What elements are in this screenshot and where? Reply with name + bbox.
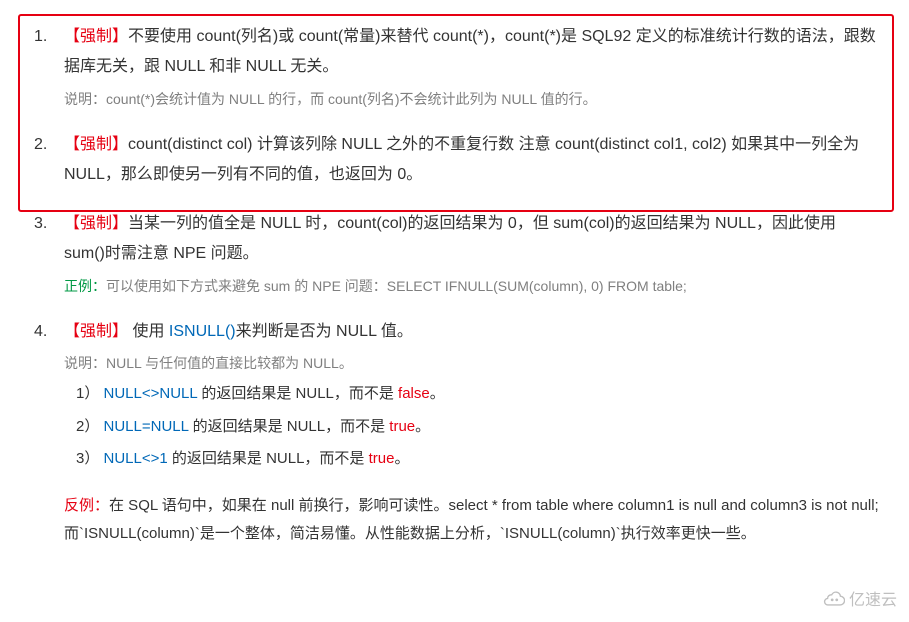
rule-item-1: 【强制】不要使用 count(列名)或 count(常量)来替代 count(*…	[28, 22, 881, 112]
good-example: 正例：可以使用如下方式来避免 sum 的 NPE 问题：SELECT IFNUL…	[64, 274, 881, 299]
rule-list: 【强制】不要使用 count(列名)或 count(常量)来替代 count(*…	[28, 22, 881, 474]
rule-note: 说明：NULL 与任何值的直接比较都为 NULL。	[64, 351, 881, 376]
tag-mandatory: 【强制】	[64, 28, 128, 45]
tag-mandatory: 【强制】	[64, 136, 128, 153]
tag-mandatory: 【强制】	[64, 215, 128, 232]
rule-body: 当某一列的值全是 NULL 时，count(col)的返回结果为 0，但 sum…	[64, 215, 836, 262]
sub-mid: 的返回结果是 NULL，而不是	[188, 418, 389, 435]
good-label: 正例：	[64, 278, 106, 294]
watermark: 亿速云	[823, 586, 897, 610]
body-pre: 使用	[128, 323, 169, 340]
rule-body: 不要使用 count(列名)或 count(常量)来替代 count(*)，co…	[64, 28, 876, 75]
watermark-text: 亿速云	[849, 586, 897, 610]
sub-mid: 的返回结果是 NULL，而不是	[168, 450, 369, 467]
bad-example: 反例：在 SQL 语句中，如果在 null 前换行，影响可读性。select *…	[28, 492, 881, 549]
tag-mandatory: 【强制】	[64, 323, 128, 340]
sub-index: 1）	[76, 385, 99, 402]
note-label: 说明：	[64, 91, 106, 107]
rule-item-4: 【强制】 使用 ISNULL()来判断是否为 NULL 值。 说明：NULL 与…	[28, 317, 881, 474]
rule-body: count(distinct col) 计算该列除 NULL 之外的不重复行数 …	[64, 136, 859, 183]
sub-item-3: 3） NULL<>1 的返回结果是 NULL，而不是 true。	[64, 445, 881, 474]
sub-keyword: false	[398, 385, 430, 402]
note-text: NULL 与任何值的直接比较都为 NULL。	[106, 355, 353, 371]
sub-index: 3）	[76, 450, 99, 467]
sub-code: NULL<>1	[104, 450, 168, 467]
sub-suffix: 。	[430, 385, 445, 402]
note-text: count(*)会统计值为 NULL 的行，而 count(列名)不会统计此列为…	[106, 91, 597, 107]
note-label: 说明：	[64, 355, 106, 371]
body-post: 来判断是否为 NULL 值。	[236, 323, 413, 340]
rule-item-3: 【强制】当某一列的值全是 NULL 时，count(col)的返回结果为 0，但…	[28, 209, 881, 299]
sub-mid: 的返回结果是 NULL，而不是	[197, 385, 398, 402]
sub-item-2: 2） NULL=NULL 的返回结果是 NULL，而不是 true。	[64, 413, 881, 442]
bad-text: 在 SQL 语句中，如果在 null 前换行，影响可读性。select * fr…	[64, 497, 879, 543]
sub-suffix: 。	[415, 418, 430, 435]
sub-suffix: 。	[394, 450, 409, 467]
rule-note: 说明：count(*)会统计值为 NULL 的行，而 count(列名)不会统计…	[64, 87, 881, 112]
bad-label: 反例：	[64, 497, 109, 514]
sub-keyword: true	[389, 418, 415, 435]
body-func: ISNULL()	[169, 323, 236, 340]
sub-code: NULL=NULL	[104, 418, 189, 435]
sub-keyword: true	[369, 450, 395, 467]
sub-code: NULL<>NULL	[104, 385, 198, 402]
rule-item-2: 【强制】count(distinct col) 计算该列除 NULL 之外的不重…	[28, 130, 881, 191]
sub-index: 2）	[76, 418, 99, 435]
cloud-icon	[823, 590, 845, 606]
good-text: 可以使用如下方式来避免 sum 的 NPE 问题：SELECT IFNULL(S…	[106, 278, 687, 294]
sub-item-1: 1） NULL<>NULL 的返回结果是 NULL，而不是 false。	[64, 380, 881, 409]
